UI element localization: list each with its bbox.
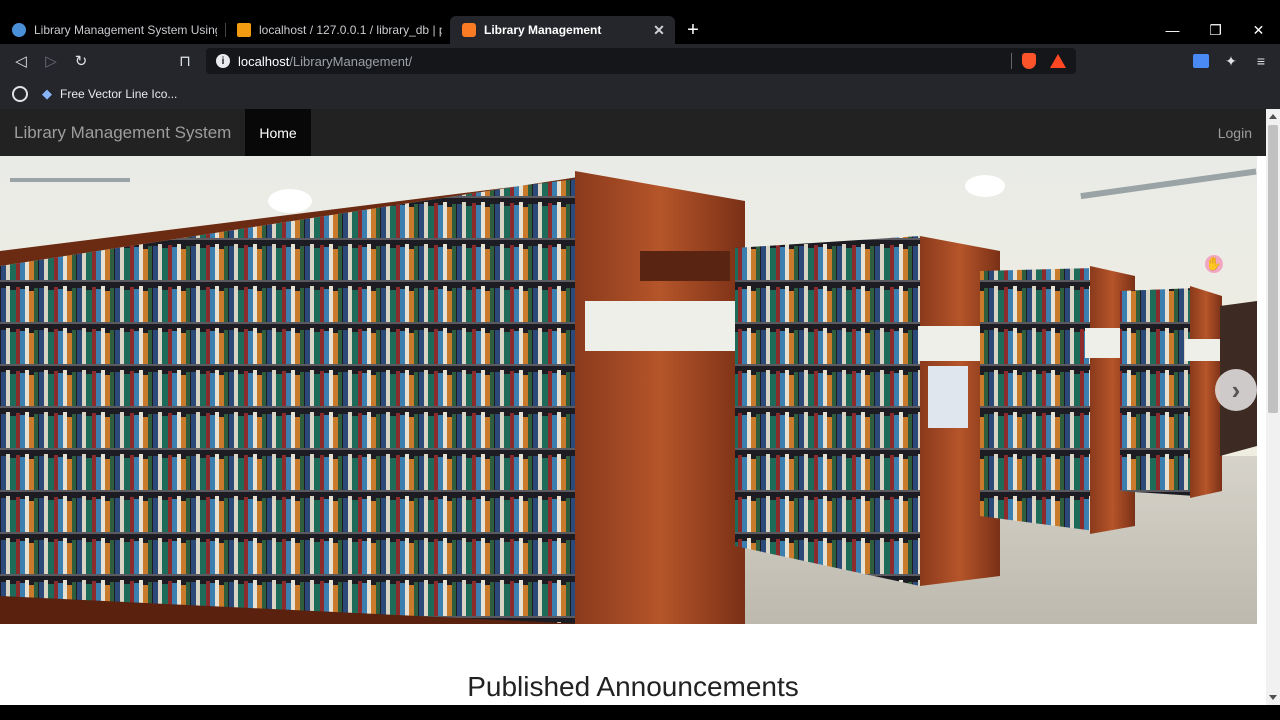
url-host: localhost: [238, 53, 290, 69]
tab-title: Library Management System Using PH: [34, 23, 217, 37]
nav-login[interactable]: Login: [1218, 109, 1252, 156]
site-navbar: Library Management System Home Login: [0, 109, 1266, 156]
translate-icon[interactable]: [1188, 48, 1214, 74]
bookmark-icon[interactable]: ⊓: [170, 46, 200, 76]
new-tab-button[interactable]: +: [675, 16, 711, 44]
restore-icon[interactable]: ❐: [1194, 16, 1237, 44]
forward-icon[interactable]: ▷: [36, 46, 66, 76]
bookmark-free-vector[interactable]: Free Vector Line Ico...: [60, 87, 177, 101]
xampp-icon: [462, 23, 476, 37]
address-bar[interactable]: i localhost /LibraryManagement/: [206, 48, 1076, 74]
bookmarks-bar: ◆ Free Vector Line Ico...: [0, 78, 1280, 109]
reload-icon[interactable]: ↻: [66, 46, 96, 76]
close-window-icon[interactable]: ✕: [1237, 16, 1280, 44]
browser-toolbar: ◁ ▷ ↻ ⊓ i localhost /LibraryManagement/ …: [0, 44, 1280, 78]
library-shelves-illustration: [0, 156, 1257, 624]
globe-icon[interactable]: [12, 85, 28, 102]
page-viewport: Library Management System Home Login ✋ ›…: [0, 109, 1280, 705]
tab-title: localhost / 127.0.0.1 / library_db | php: [259, 23, 442, 37]
menu-icon[interactable]: ≡: [1248, 48, 1274, 74]
top-strip: [0, 0, 1280, 16]
extensions-icon[interactable]: ✦: [1218, 48, 1244, 74]
scroll-thumb[interactable]: [1268, 125, 1278, 413]
edge-page-icon: [12, 23, 26, 37]
minimize-icon[interactable]: —: [1151, 16, 1194, 44]
tab-library-management[interactable]: Library Management ✕: [450, 16, 675, 44]
scroll-down-icon[interactable]: [1269, 695, 1277, 700]
hand-cursor-icon: ✋: [1205, 255, 1223, 273]
section-heading: Published Announcements: [467, 671, 799, 702]
nav-home[interactable]: Home: [245, 109, 311, 156]
divider: [1011, 53, 1012, 69]
site-brand[interactable]: Library Management System: [0, 109, 245, 156]
scroll-up-icon[interactable]: [1269, 114, 1277, 119]
page-scrollbar[interactable]: [1266, 109, 1280, 705]
site-info-icon[interactable]: i: [216, 54, 230, 68]
tab-phpmyadmin[interactable]: localhost / 127.0.0.1 / library_db | php: [225, 16, 450, 44]
tab-library-system[interactable]: Library Management System Using PH: [0, 16, 225, 44]
gem-icon: ◆: [42, 85, 52, 101]
tab-title: Library Management: [484, 23, 602, 37]
carousel-next-button[interactable]: ›: [1215, 369, 1257, 411]
close-tab-icon[interactable]: ✕: [651, 22, 667, 39]
tab-bar: Library Management System Using PH local…: [0, 16, 1280, 44]
url-path: /LibraryManagement/: [289, 53, 413, 69]
phpmyadmin-icon: [237, 23, 251, 37]
brave-rewards-icon[interactable]: [1050, 54, 1066, 68]
brave-shields-icon[interactable]: [1022, 53, 1036, 69]
back-icon[interactable]: ◁: [6, 46, 36, 76]
window-controls: — ❐ ✕: [1151, 16, 1280, 44]
hero-carousel-image: [0, 156, 1257, 624]
